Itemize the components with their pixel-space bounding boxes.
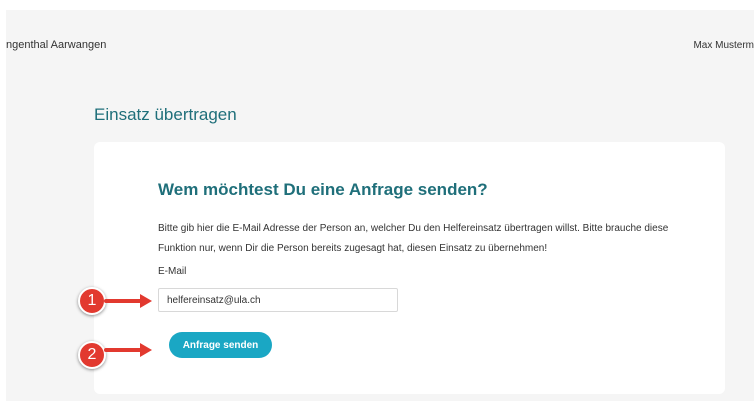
annotation-marker-2: 2 — [78, 341, 106, 369]
email-label: E-Mail — [158, 266, 187, 277]
org-name: ngenthal Aarwangen — [6, 39, 107, 51]
email-field[interactable] — [158, 288, 398, 312]
send-request-button[interactable]: Anfrage senden — [169, 332, 272, 358]
annotation-arrow-1-icon — [104, 294, 152, 308]
transfer-card: Wem möchtest Du eine Anfrage senden? Bit… — [94, 142, 725, 394]
card-title: Wem möchtest Du eine Anfrage senden? — [158, 180, 488, 199]
user-menu[interactable]: Max Musterm — [693, 40, 754, 51]
page-title: Einsatz übertragen — [94, 105, 237, 124]
annotation-marker-1: 1 — [78, 287, 106, 315]
card-description: Bitte gib hier die E-Mail Adresse der Pe… — [158, 223, 669, 254]
annotation-arrow-2-icon — [104, 343, 152, 357]
